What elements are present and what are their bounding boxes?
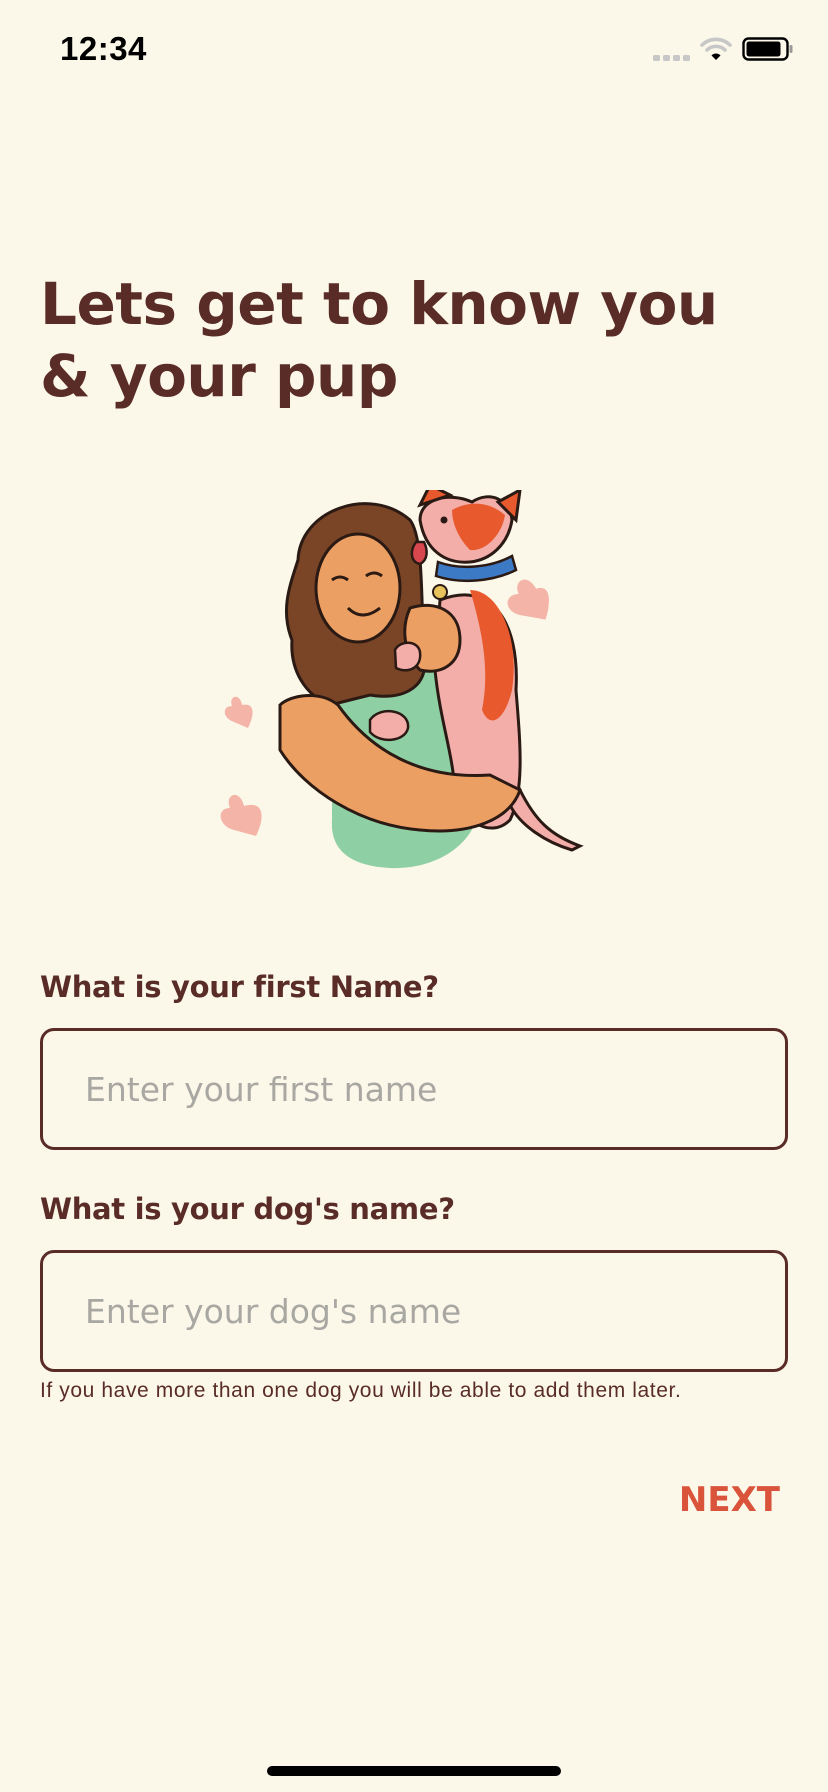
heart-icon xyxy=(224,696,253,728)
signal-icon xyxy=(653,55,690,61)
first-name-input[interactable] xyxy=(40,1028,788,1150)
page-title: Lets get to know you & your pup xyxy=(40,270,718,410)
battery-icon xyxy=(742,37,793,61)
heart-icon xyxy=(507,579,549,620)
heart-icon xyxy=(220,794,262,836)
woman-hugging-dog-illustration xyxy=(220,490,584,869)
status-time: 12:34 xyxy=(60,30,147,67)
status-bar: 12:34 xyxy=(0,0,828,100)
dog-name-helper-text: If you have more than one dog you will b… xyxy=(40,1379,682,1402)
next-button[interactable]: NEXT xyxy=(640,1472,780,1528)
dog-name-input[interactable] xyxy=(40,1250,788,1372)
first-name-label: What is your first Name? xyxy=(40,970,439,1004)
dog-name-label: What is your dog's name? xyxy=(40,1192,455,1226)
wifi-icon xyxy=(700,37,732,60)
home-indicator[interactable] xyxy=(267,1766,561,1776)
